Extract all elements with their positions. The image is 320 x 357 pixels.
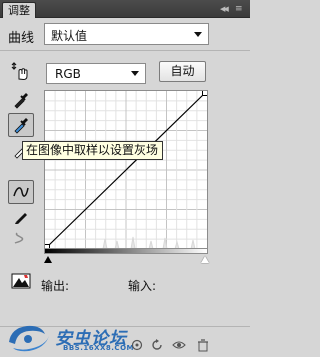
pencil-icon[interactable] bbox=[9, 205, 33, 227]
channel-select[interactable]: RGB bbox=[46, 63, 146, 84]
curve-point-white[interactable] bbox=[202, 91, 208, 96]
curve-edit-icon[interactable] bbox=[8, 180, 34, 204]
preset-row: 曲线 默认值 bbox=[0, 19, 250, 51]
divider bbox=[0, 50, 250, 51]
tab-adjustments[interactable]: 调整 bbox=[2, 2, 36, 18]
input-label: 输入: bbox=[128, 279, 157, 293]
panel-tab-bar: 调整 ◀◀ ≡ bbox=[0, 0, 250, 18]
smooth-icon[interactable] bbox=[9, 227, 33, 249]
on-image-adjust-icon[interactable] bbox=[9, 60, 33, 82]
view-previous-icon[interactable] bbox=[130, 338, 144, 352]
chevron-down-icon bbox=[194, 32, 202, 37]
preset-select[interactable]: 默认值 bbox=[44, 23, 209, 45]
watermark-subtitle: BBS.16XX8.COM bbox=[63, 344, 134, 352]
preset-value: 默认值 bbox=[51, 29, 88, 43]
chevron-down-icon bbox=[131, 71, 139, 76]
visibility-icon[interactable] bbox=[172, 338, 186, 352]
input-gradient-bar bbox=[44, 248, 208, 254]
curve-graph[interactable] bbox=[44, 90, 208, 250]
reset-icon[interactable] bbox=[150, 338, 164, 352]
adjustment-title: 曲线 bbox=[8, 31, 35, 46]
black-point-eyedropper-icon[interactable] bbox=[9, 89, 33, 111]
gray-point-eyedropper-icon[interactable] bbox=[8, 113, 34, 137]
auto-button[interactable]: 自动 bbox=[159, 61, 206, 82]
collapse-icon[interactable]: ◀◀ bbox=[220, 5, 230, 13]
output-label: 输出: bbox=[41, 279, 70, 293]
delete-icon[interactable] bbox=[196, 338, 210, 352]
clipping-warning-icon[interactable] bbox=[9, 270, 33, 292]
black-point-slider[interactable] bbox=[44, 256, 52, 263]
white-point-slider[interactable] bbox=[201, 256, 209, 263]
panel-menu-icon[interactable]: ≡ bbox=[235, 4, 245, 14]
channel-value: RGB bbox=[55, 67, 81, 81]
tooltip: 在图像中取样以设置灰场 bbox=[22, 141, 163, 160]
watermark-emblem bbox=[9, 325, 49, 352]
